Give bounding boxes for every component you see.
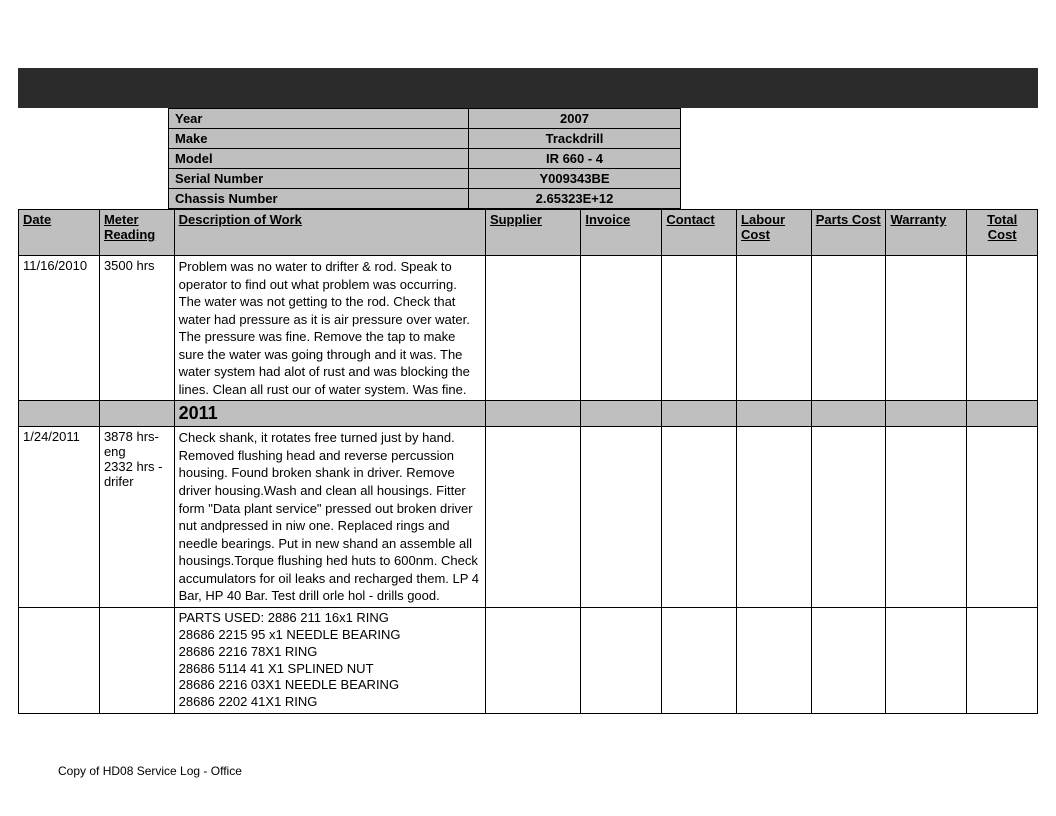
cell-meter: 3878 hrs- eng 2332 hrs - drifer [99,427,174,607]
col-header-parts: Parts Cost [811,210,886,256]
year-empty [662,401,737,427]
cell-parts [811,607,886,713]
cell-meter: 3500 hrs [99,256,174,401]
cell-meter [99,607,174,713]
cell-supplier [485,427,580,607]
cell-contact [662,256,737,401]
info-label-year: Year [169,109,469,129]
col-header-invoice: Invoice [581,210,662,256]
info-label-model: Model [169,149,469,169]
col-header-meter: Meter Reading [99,210,174,256]
cell-desc: PARTS USED: 2886 211 16x1 RING 28686 221… [174,607,485,713]
cell-supplier [485,256,580,401]
year-empty [19,401,100,427]
col-header-total: Total Cost [967,210,1038,256]
cell-warranty [886,427,967,607]
info-value-chassis: 2.65323E+12 [469,189,681,209]
col-header-contact: Contact [662,210,737,256]
info-value-year: 2007 [469,109,681,129]
header-row: Date Meter Reading Description of Work S… [19,210,1038,256]
cell-desc: Problem was no water to drifter & rod. S… [174,256,485,401]
cell-total [967,427,1038,607]
cell-labour [737,256,812,401]
col-header-supplier: Supplier [485,210,580,256]
info-label-serial: Serial Number [169,169,469,189]
year-empty [737,401,812,427]
year-empty [811,401,886,427]
footer-filename: Copy of HD08 Service Log - Office [58,764,242,778]
cell-labour [737,607,812,713]
title-bar [18,68,1038,108]
cell-invoice [581,607,662,713]
service-log-table: Date Meter Reading Description of Work S… [18,209,1038,714]
info-value-serial: Y009343BE [469,169,681,189]
cell-date: 11/16/2010 [19,256,100,401]
cell-parts [811,256,886,401]
col-header-desc: Description of Work [174,210,485,256]
year-empty [581,401,662,427]
cell-warranty [886,256,967,401]
col-header-labour: Labour Cost [737,210,812,256]
cell-total [967,256,1038,401]
cell-labour [737,427,812,607]
cell-desc: Check shank, it rotates free turned just… [174,427,485,607]
cell-supplier [485,607,580,713]
year-divider-row: 2011 [19,401,1038,427]
info-value-model: IR 660 - 4 [469,149,681,169]
cell-parts [811,427,886,607]
cell-date [19,607,100,713]
table-row: PARTS USED: 2886 211 16x1 RING 28686 221… [19,607,1038,713]
year-empty [99,401,174,427]
cell-invoice [581,427,662,607]
col-header-date: Date [19,210,100,256]
cell-date: 1/24/2011 [19,427,100,607]
year-empty [886,401,967,427]
table-row: 11/16/2010 3500 hrs Problem was no water… [19,256,1038,401]
cell-total [967,607,1038,713]
cell-invoice [581,256,662,401]
info-label-chassis: Chassis Number [169,189,469,209]
vehicle-info-table: Year 2007 Make Trackdrill Model IR 660 -… [168,108,681,209]
info-value-make: Trackdrill [469,129,681,149]
year-divider-label: 2011 [174,401,485,427]
table-row: 1/24/2011 3878 hrs- eng 2332 hrs - drife… [19,427,1038,607]
year-empty [485,401,580,427]
page-container: Year 2007 Make Trackdrill Model IR 660 -… [18,68,1038,714]
cell-contact [662,607,737,713]
info-label-make: Make [169,129,469,149]
cell-contact [662,427,737,607]
col-header-warranty: Warranty [886,210,967,256]
year-empty [967,401,1038,427]
cell-warranty [886,607,967,713]
